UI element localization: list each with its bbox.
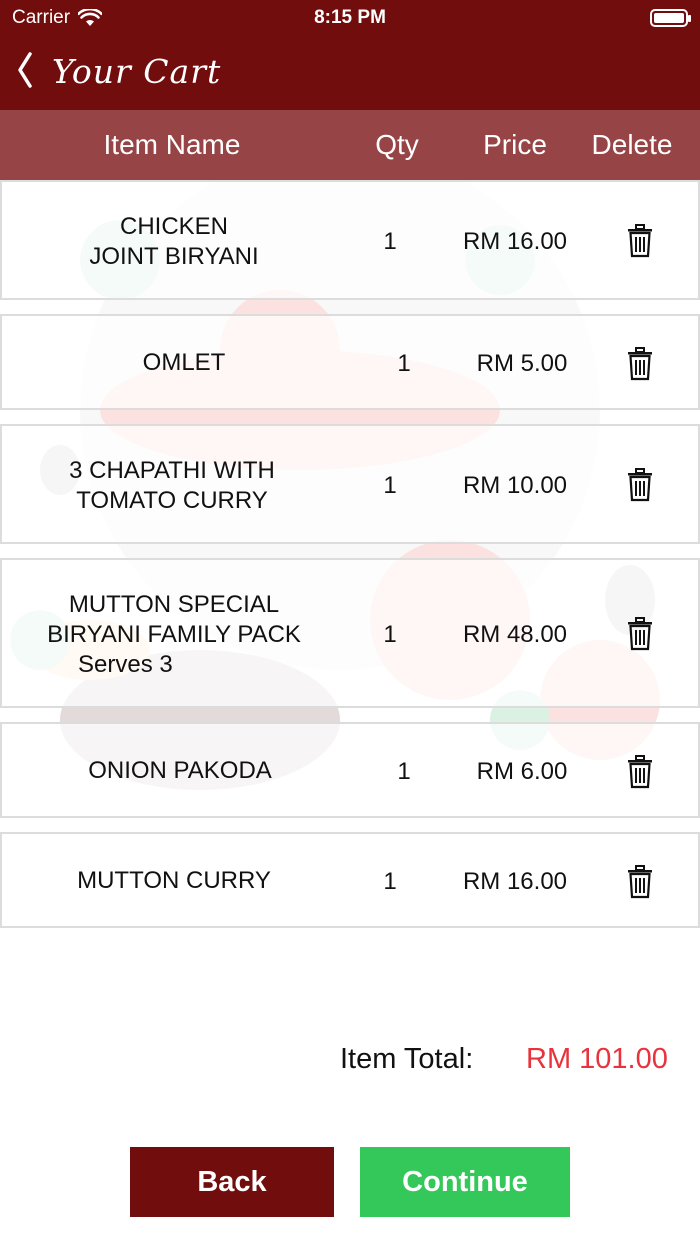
item-total-value: RM 101.00: [526, 1043, 668, 1075]
cart-row: ONION PAKODA 1 RM 6.00: [0, 722, 700, 818]
trash-icon[interactable]: [626, 347, 654, 381]
item-price: RM 16.00: [462, 228, 568, 255]
item-name: MUTTON CURRY: [77, 867, 271, 894]
item-name: CHICKEN JOINT BIRYANI: [89, 213, 259, 270]
battery-icon: [650, 9, 691, 27]
item-name: MUTTON SPECIAL BIRYANI FAMILY PACK Serve…: [47, 591, 301, 678]
item-price: RM 6.00: [476, 758, 568, 785]
item-qty: 1: [383, 621, 397, 648]
header-price: Price: [483, 129, 547, 160]
cart-row: MUTTON CURRY 1 RM 16.00: [0, 832, 700, 928]
trash-icon[interactable]: [626, 865, 654, 899]
item-qty: 1: [397, 350, 411, 377]
chevron-left-icon[interactable]: [10, 50, 38, 90]
item-qty: 1: [383, 472, 397, 499]
cart-row: MUTTON SPECIAL BIRYANI FAMILY PACK Serve…: [0, 558, 700, 708]
back-button[interactable]: Back: [130, 1147, 334, 1217]
item-total-label: Item Total:: [340, 1043, 474, 1075]
trash-icon[interactable]: [626, 468, 654, 502]
status-bar: Carrier 8:15 PM: [0, 0, 700, 36]
cart-row: 3 CHAPATHI WITH TOMATO CURRY 1 RM 10.00: [0, 424, 700, 544]
item-qty: 1: [383, 868, 397, 895]
item-price: RM 5.00: [476, 350, 568, 377]
item-name: 3 CHAPATHI WITH TOMATO CURRY: [69, 457, 275, 514]
trash-icon[interactable]: [626, 755, 654, 789]
trash-icon[interactable]: [626, 224, 654, 258]
item-price: RM 16.00: [462, 868, 568, 895]
status-time: 8:15 PM: [314, 7, 386, 28]
item-qty: 1: [383, 228, 397, 255]
trash-icon[interactable]: [626, 617, 654, 651]
header-qty: Qty: [375, 129, 419, 160]
item-qty: 1: [397, 758, 411, 785]
continue-button[interactable]: Continue: [360, 1147, 570, 1217]
item-price: RM 48.00: [462, 621, 568, 648]
item-price: RM 10.00: [462, 472, 568, 499]
header-delete: Delete: [591, 129, 673, 160]
cart-row: OMLET 1 RM 5.00: [0, 314, 700, 410]
item-name: OMLET: [142, 349, 226, 376]
item-name: ONION PAKODA: [88, 757, 272, 784]
cart-table-header: Item Name Qty Price Delete: [0, 110, 700, 180]
navigation-bar: Your Cart: [0, 36, 700, 110]
cart-row: CHICKEN JOINT BIRYANI 1 RM 16.00: [0, 180, 700, 300]
page-title: Your Cart: [52, 52, 222, 91]
header-item-name: Item Name: [103, 129, 241, 160]
